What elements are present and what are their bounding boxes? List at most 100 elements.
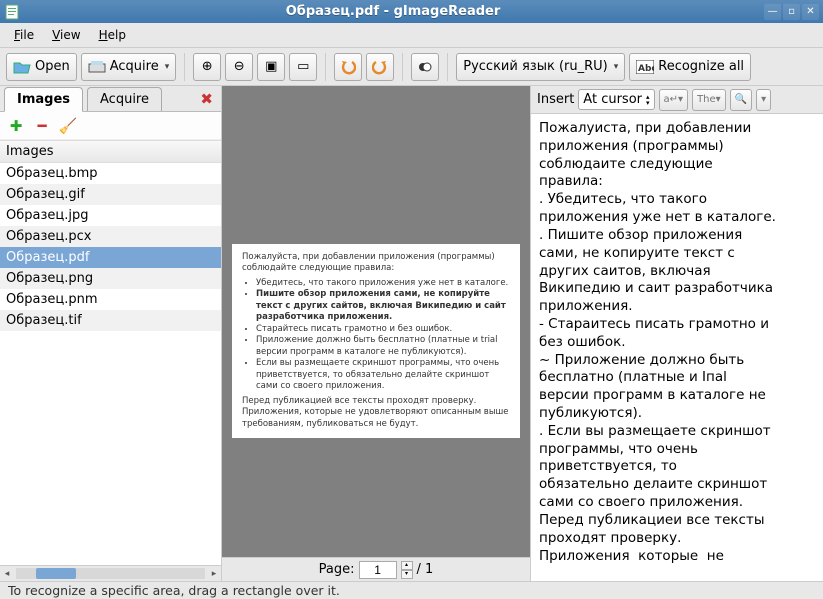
strip-linebreaks-button[interactable]: a↵▾ xyxy=(659,89,689,111)
content-area: Images Acquire ✖ ✚ ━ 🧹 Images Образец.bm… xyxy=(0,86,823,581)
doc-bullet: Если вы размещаете скриншот программы, ч… xyxy=(256,358,510,392)
paragraph-icon: a↵ xyxy=(664,94,679,105)
doc-intro: Пожалуйста, при добавлении приложения (п… xyxy=(242,252,510,275)
find-replace-button[interactable]: 🔍 xyxy=(730,89,752,111)
sidebar-tabs: Images Acquire ✖ xyxy=(0,86,221,112)
list-item[interactable]: Образец.pdf xyxy=(0,247,221,268)
recognize-all-button[interactable]: Abc Recognize all xyxy=(629,53,751,81)
rotate-right-button[interactable] xyxy=(366,53,394,81)
rotate-left-icon xyxy=(340,59,356,75)
plus-icon: ✚ xyxy=(10,117,23,135)
spinner-icon: ▴▾ xyxy=(646,94,650,106)
insert-label: Insert xyxy=(537,92,574,107)
tab-images[interactable]: Images xyxy=(4,87,83,112)
list-item[interactable]: Образец.tif xyxy=(0,310,221,331)
spin-up[interactable]: ▴ xyxy=(401,561,413,570)
maximize-button[interactable]: ▫ xyxy=(783,4,800,20)
zoom-orig-icon: ▭ xyxy=(297,59,309,74)
list-item[interactable]: Образец.jpg xyxy=(0,205,221,226)
separator xyxy=(184,53,185,81)
output-menu-button[interactable]: ▾ xyxy=(756,89,771,111)
acquire-button[interactable]: Acquire ▾ xyxy=(81,53,177,81)
rotate-right-icon xyxy=(372,59,388,75)
remove-image-button[interactable]: ━ xyxy=(32,116,52,136)
minus-icon: ━ xyxy=(37,117,46,135)
document-page: Пожалуйста, при добавлении приложения (п… xyxy=(232,244,520,438)
horizontal-scrollbar[interactable]: ◂ ▸ xyxy=(0,565,221,581)
window-title: Образец.pdf - gImageReader xyxy=(24,4,762,19)
rotate-left-button[interactable] xyxy=(334,53,362,81)
list-item[interactable]: Образец.png xyxy=(0,268,221,289)
doc-bullet: Старайтесь писать грамотно и без ошибок. xyxy=(256,324,510,335)
doc-bullet: Пишите обзор приложения сами, не копируй… xyxy=(256,289,510,323)
brightness-icon xyxy=(417,59,433,75)
list-item[interactable]: Образец.pnm xyxy=(0,289,221,310)
scroll-track[interactable] xyxy=(16,568,205,579)
viewer-canvas[interactable]: Пожалуйста, при добавлении приложения (п… xyxy=(222,86,530,557)
separator xyxy=(402,53,403,81)
open-button[interactable]: Open xyxy=(6,53,77,81)
separator xyxy=(447,53,448,81)
separator xyxy=(325,53,326,81)
document-viewer: Пожалуйста, при добавлении приложения (п… xyxy=(222,86,530,581)
app-icon xyxy=(4,4,20,20)
menubar: File View Help xyxy=(0,23,823,48)
doc-bullet: Убедитесь, что такого приложения уже нет… xyxy=(256,278,510,289)
zoom-fit-button[interactable]: ▣ xyxy=(257,53,285,81)
ocr-icon: Abc xyxy=(636,60,654,74)
list-header: Images xyxy=(0,140,221,163)
close-panel-button[interactable]: ✖ xyxy=(200,90,213,108)
sidebar: Images Acquire ✖ ✚ ━ 🧹 Images Образец.bm… xyxy=(0,86,222,581)
zoom-fit-icon: ▣ xyxy=(265,59,277,74)
search-icon: 🔍 xyxy=(735,94,747,105)
zoom-in-icon: ⊕ xyxy=(202,59,213,74)
scanner-icon xyxy=(88,59,106,75)
list-item[interactable]: Образец.pcx xyxy=(0,226,221,247)
menu-file[interactable]: File xyxy=(6,25,42,45)
page-label: Page: xyxy=(319,562,355,577)
broom-icon: 🧹 xyxy=(59,117,78,135)
page-total: / 1 xyxy=(417,562,434,577)
zoom-out-button[interactable]: ⊖ xyxy=(225,53,253,81)
page-number-input[interactable] xyxy=(359,561,397,579)
open-label: Open xyxy=(35,59,70,74)
chevron-down-icon: ▾ xyxy=(614,62,619,72)
the-button[interactable]: The▾ xyxy=(692,89,726,111)
page-spinner[interactable]: ▴▾ xyxy=(401,561,413,579)
scroll-right-arrow[interactable]: ▸ xyxy=(207,566,221,581)
insert-mode-value: At cursor xyxy=(583,92,642,107)
output-toolbar: Insert At cursor ▴▾ a↵▾ The▾ 🔍 ▾ xyxy=(531,86,823,114)
insert-mode-select[interactable]: At cursor ▴▾ xyxy=(578,89,654,110)
page-navigator: Page: ▴▾ / 1 xyxy=(222,557,530,581)
tab-acquire[interactable]: Acquire xyxy=(87,87,162,111)
window-titlebar: Образец.pdf - gImageReader — ▫ ✕ xyxy=(0,0,823,23)
recognize-all-label: Recognize all xyxy=(658,59,744,74)
menu-view[interactable]: View xyxy=(44,25,88,45)
doc-outro: Перед публикацией все тексты проходят пр… xyxy=(242,396,510,430)
spin-down[interactable]: ▾ xyxy=(401,570,413,579)
list-item[interactable]: Образец.bmp xyxy=(0,163,221,184)
output-panel: Insert At cursor ▴▾ a↵▾ The▾ 🔍 ▾ Пожалуи… xyxy=(530,86,823,581)
chevron-down-icon: ▾ xyxy=(165,62,170,72)
add-image-button[interactable]: ✚ xyxy=(6,116,26,136)
doc-bullet: Приложение должно быть бесплатно (платны… xyxy=(256,335,510,358)
list-item[interactable]: Образец.gif xyxy=(0,184,221,205)
zoom-orig-button[interactable]: ▭ xyxy=(289,53,317,81)
scroll-left-arrow[interactable]: ◂ xyxy=(0,566,14,581)
the-label: The xyxy=(697,94,716,105)
image-list[interactable]: Образец.bmpОбразец.gifОбразец.jpgОбразец… xyxy=(0,163,221,565)
acquire-label: Acquire xyxy=(110,59,159,74)
brightness-button[interactable] xyxy=(411,53,439,81)
scroll-thumb[interactable] xyxy=(36,568,76,579)
menu-help[interactable]: Help xyxy=(91,25,134,45)
svg-text:Abc: Abc xyxy=(638,64,654,74)
language-selector[interactable]: Русский язык (ru_RU) ▾ xyxy=(456,53,625,81)
zoom-out-icon: ⊖ xyxy=(234,59,245,74)
main-toolbar: Open Acquire ▾ ⊕ ⊖ ▣ ▭ Русский язык (ru_… xyxy=(0,48,823,86)
language-label: Русский язык (ru_RU) xyxy=(463,59,607,74)
close-button[interactable]: ✕ xyxy=(802,4,819,20)
zoom-in-button[interactable]: ⊕ xyxy=(193,53,221,81)
output-text[interactable]: Пожалуиста, при добавлении приложения (п… xyxy=(531,114,823,581)
minimize-button[interactable]: — xyxy=(764,4,781,20)
clear-images-button[interactable]: 🧹 xyxy=(58,116,78,136)
